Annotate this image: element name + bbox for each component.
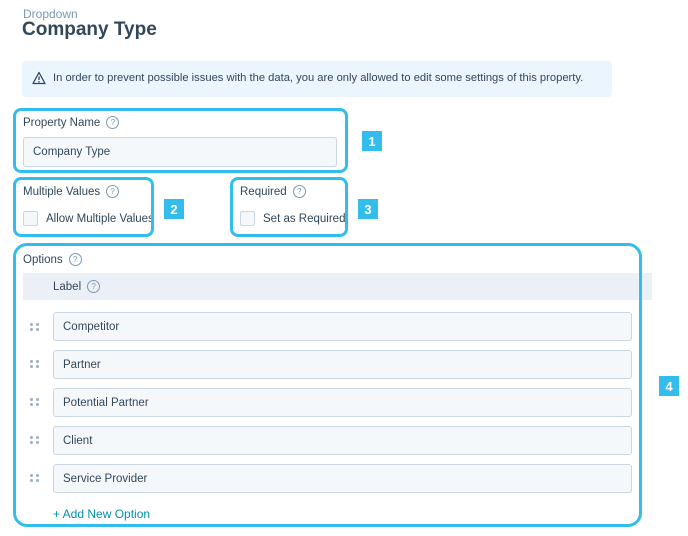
callout-badge-1: 1	[362, 131, 382, 151]
callout-highlight-4	[13, 243, 642, 527]
callout-badge-3: 3	[358, 199, 378, 219]
alert-text: In order to prevent possible issues with…	[53, 72, 584, 84]
warning-icon	[32, 71, 46, 85]
info-alert: In order to prevent possible issues with…	[22, 61, 612, 97]
callout-badge-2: 2	[164, 199, 184, 219]
callout-highlight-3	[230, 177, 348, 237]
page-title: Company Type	[22, 19, 157, 40]
callout-highlight-1	[13, 108, 348, 173]
callout-badge-4: 4	[659, 376, 679, 396]
callout-highlight-2	[13, 177, 154, 237]
